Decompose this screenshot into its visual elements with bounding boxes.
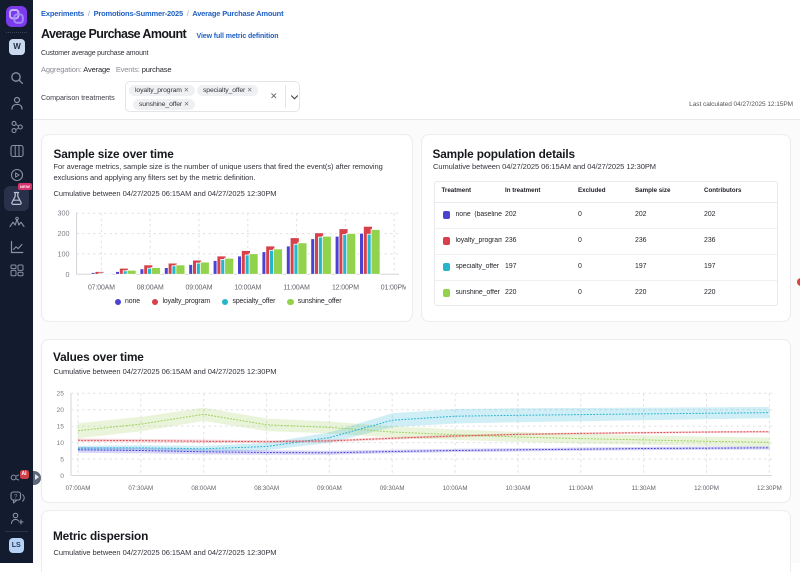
svg-text:12:00PM: 12:00PM xyxy=(332,284,359,291)
svg-text:07:00AM: 07:00AM xyxy=(88,284,115,291)
svg-text:25: 25 xyxy=(57,391,65,398)
svg-text:300: 300 xyxy=(58,209,70,218)
svg-text:200: 200 xyxy=(58,229,70,238)
svg-text:10: 10 xyxy=(57,440,65,447)
svg-text:100: 100 xyxy=(58,249,70,258)
svg-text:09:00AM: 09:00AM xyxy=(317,485,342,492)
svg-text:10:00AM: 10:00AM xyxy=(443,485,468,492)
svg-text:07:30AM: 07:30AM xyxy=(128,485,153,492)
svg-text:11:00AM: 11:00AM xyxy=(569,485,593,492)
svg-text:01:00PM: 01:00PM xyxy=(381,284,406,291)
svg-text:0: 0 xyxy=(60,473,64,480)
svg-text:15: 15 xyxy=(57,424,65,431)
svg-text:0: 0 xyxy=(66,270,70,279)
svg-text:5: 5 xyxy=(60,456,64,463)
svg-text:12:30PM: 12:30PM xyxy=(757,485,782,492)
svg-text:09:00AM: 09:00AM xyxy=(186,284,213,291)
svg-text:10:30AM: 10:30AM xyxy=(506,485,531,492)
svg-text:08:00AM: 08:00AM xyxy=(191,485,216,492)
svg-text:07:00AM: 07:00AM xyxy=(66,485,91,492)
svg-text:10:00AM: 10:00AM xyxy=(234,284,261,291)
svg-text:11:00AM: 11:00AM xyxy=(283,284,310,291)
svg-text:08:30AM: 08:30AM xyxy=(254,485,279,492)
svg-text:12:00PM: 12:00PM xyxy=(694,485,719,492)
svg-text:09:30AM: 09:30AM xyxy=(380,485,405,492)
svg-text:11:30AM: 11:30AM xyxy=(631,485,655,492)
svg-text:20: 20 xyxy=(57,407,65,414)
svg-text:08:00AM: 08:00AM xyxy=(137,284,164,291)
